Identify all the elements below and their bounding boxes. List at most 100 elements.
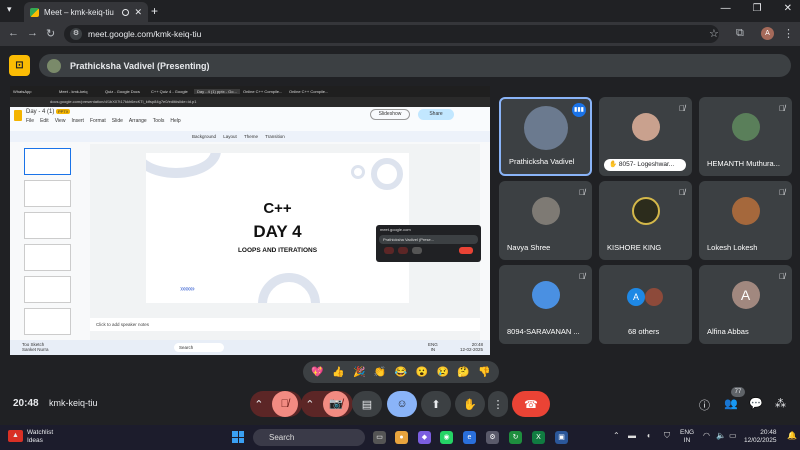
system-clock[interactable]: 20:48 12/02/2025: [744, 429, 777, 445]
minimize-icon[interactable]: —: [721, 3, 731, 14]
participant-tile[interactable]: ▮▮▮ Prathicksha Vadivel: [499, 97, 592, 176]
tray-app-icon[interactable]: ◖: [646, 431, 651, 440]
raised-hand-chip: ✋ 8057- Logeshwar...: [604, 159, 686, 171]
participant-tile[interactable]: 🎙̸ HEMANTH Muthura...: [699, 97, 792, 176]
menu-slide: Slide: [111, 118, 123, 124]
more-options-button[interactable]: ⋮: [488, 391, 508, 417]
chat-icon[interactable]: 💬: [749, 397, 763, 410]
task-view-icon[interactable]: ▭: [373, 431, 386, 444]
captions-button[interactable]: ▤: [352, 391, 382, 417]
shared-screen: WhatsApp Meet - kmk-keiq Quiz - Google D…: [10, 86, 490, 355]
active-app-icon[interactable]: ▣: [555, 431, 568, 444]
participant-name: HEMANTH Muthura...: [707, 159, 780, 168]
reaction-sad[interactable]: 😢: [436, 367, 448, 378]
whatsapp-icon[interactable]: ◉: [440, 431, 453, 444]
refresh-app-icon[interactable]: ↻: [509, 431, 522, 444]
notifications-icon[interactable]: 🔔: [787, 431, 797, 440]
mic-off-icon: 🎙̸: [679, 104, 685, 113]
slide-thumbnail: [24, 276, 71, 303]
tab-search-icon[interactable]: ▾: [7, 4, 12, 15]
menu-file: File: [26, 118, 35, 124]
new-tab-icon[interactable]: +: [151, 4, 158, 18]
reaction-thumbs-up[interactable]: 👍: [332, 367, 344, 378]
participant-avatar: [523, 105, 568, 150]
participant-name: 8094-SARAVANAN ...: [507, 327, 580, 336]
leave-call-button[interactable]: ☎: [512, 391, 550, 417]
wifi-icon[interactable]: ◠: [703, 431, 710, 440]
camera-off-button[interactable]: 📷̸: [322, 391, 349, 417]
watchlist-widget[interactable]: Watchlist Ideas: [27, 429, 53, 445]
participant-tile[interactable]: 🎙̸ Navya Shree: [499, 181, 592, 260]
forward-icon[interactable]: →: [27, 27, 38, 39]
tray-up-icon[interactable]: ⌃: [613, 431, 620, 440]
present-screen-button[interactable]: ⬆: [421, 391, 451, 417]
mic-options-icon[interactable]: ⌃: [254, 398, 263, 411]
activities-icon[interactable]: ⁂: [775, 397, 786, 410]
participant-tile[interactable]: 🎙̸ ✋ 8057- Logeshwar...: [599, 97, 692, 176]
participant-tile[interactable]: 🎙̸ KISHORE KING: [599, 181, 692, 260]
windows-start-icon[interactable]: [232, 431, 244, 443]
participant-name: KISHORE KING: [607, 243, 662, 252]
reload-icon[interactable]: ↻: [46, 27, 55, 40]
browser-tab-meet[interactable]: Meet – kmk-keiq-tiu ✕: [24, 2, 148, 22]
battery-icon[interactable]: ▭: [729, 431, 737, 440]
close-tab-icon[interactable]: ✕: [134, 7, 142, 18]
shared-weather: Too Sketch Sanket Nurra: [22, 342, 49, 352]
raise-hand-button[interactable]: ✋: [455, 391, 485, 417]
extensions-icon[interactable]: ⧉: [736, 27, 744, 40]
present-icon[interactable]: ⊡: [9, 55, 30, 76]
tray-folder-icon[interactable]: ▬: [628, 431, 636, 440]
meeting-info-icon[interactable]: ⓘ: [699, 397, 710, 413]
meeting-clock: 20:48: [13, 398, 39, 409]
edge-icon[interactable]: e: [463, 431, 476, 444]
taskbar-search[interactable]: Search: [253, 429, 365, 446]
presenter-label: Prathicksha Vadivel (Presenting): [70, 60, 210, 71]
reaction-thumbs-down[interactable]: 👎: [478, 367, 490, 378]
volume-icon[interactable]: 🔈: [716, 431, 726, 440]
reaction-thinking[interactable]: 🤔: [457, 367, 469, 378]
copilot-icon[interactable]: ◆: [418, 431, 431, 444]
browser-menu-icon[interactable]: ⋮: [783, 27, 794, 40]
participant-tile[interactable]: 🎙̸ A Alfina Abbas: [699, 265, 792, 344]
site-info-icon[interactable]: ⚙: [70, 28, 82, 40]
slide-thumbnail: [24, 180, 71, 207]
reaction-party[interactable]: 🎉: [353, 367, 365, 378]
profile-avatar[interactable]: A: [761, 27, 774, 40]
reaction-surprised[interactable]: 😮: [416, 367, 428, 378]
slide-arrows: »»»»: [180, 284, 195, 293]
close-window-icon[interactable]: ✕: [784, 3, 792, 14]
restore-icon[interactable]: ❐: [753, 3, 762, 14]
slide-thumbnail: [24, 148, 71, 175]
mini-meet-controls: [376, 245, 481, 256]
watchlist-icon[interactable]: ▲: [8, 430, 23, 442]
mic-off-button[interactable]: 🎙̸: [271, 391, 298, 417]
shared-tab: Meet - kmk-keiq: [59, 89, 88, 94]
chrome-icon[interactable]: ●: [395, 431, 408, 444]
back-icon[interactable]: ←: [8, 27, 19, 39]
tray-shield-icon[interactable]: ⛉: [664, 431, 670, 441]
participant-avatar: [531, 197, 560, 226]
excel-icon[interactable]: X: [532, 431, 545, 444]
participant-tile[interactable]: 🎙̸ Lokesh Lokesh: [699, 181, 792, 260]
decor-ring: [146, 153, 221, 178]
reaction-laugh[interactable]: 😂: [395, 367, 407, 378]
emoji-reactions-button[interactable]: ☺: [387, 391, 417, 417]
shared-tab: Online C++ Compile...: [243, 89, 283, 94]
participant-tile-others[interactable]: A 68 others: [599, 265, 692, 344]
shared-taskbar: Too Sketch Sanket Nurra Search ENG IN 20:4…: [10, 340, 490, 355]
slide-thumbnail: [24, 308, 71, 335]
meet-favicon-icon: [30, 7, 39, 17]
people-icon[interactable]: 👥: [724, 397, 738, 410]
settings-icon[interactable]: ⚙: [486, 431, 499, 444]
participant-tile[interactable]: 🎙̸ 8094-SARAVANAN ...: [499, 265, 592, 344]
menu-tools: Tools: [152, 118, 165, 124]
reaction-clap[interactable]: 👏: [374, 367, 386, 378]
language-indicator[interactable]: ENG IN: [680, 429, 694, 445]
bookmark-star-icon[interactable]: ☆: [709, 27, 719, 40]
hand-icon: ✋: [463, 398, 477, 411]
url-field[interactable]: ⚙ meet.google.com/kmk-keiq-tiu: [64, 25, 719, 43]
camera-options-icon[interactable]: ⌃: [305, 398, 314, 411]
presenter-avatar: [47, 58, 61, 73]
reaction-heart[interactable]: 💖: [311, 367, 323, 378]
participant-avatar: [631, 113, 660, 142]
